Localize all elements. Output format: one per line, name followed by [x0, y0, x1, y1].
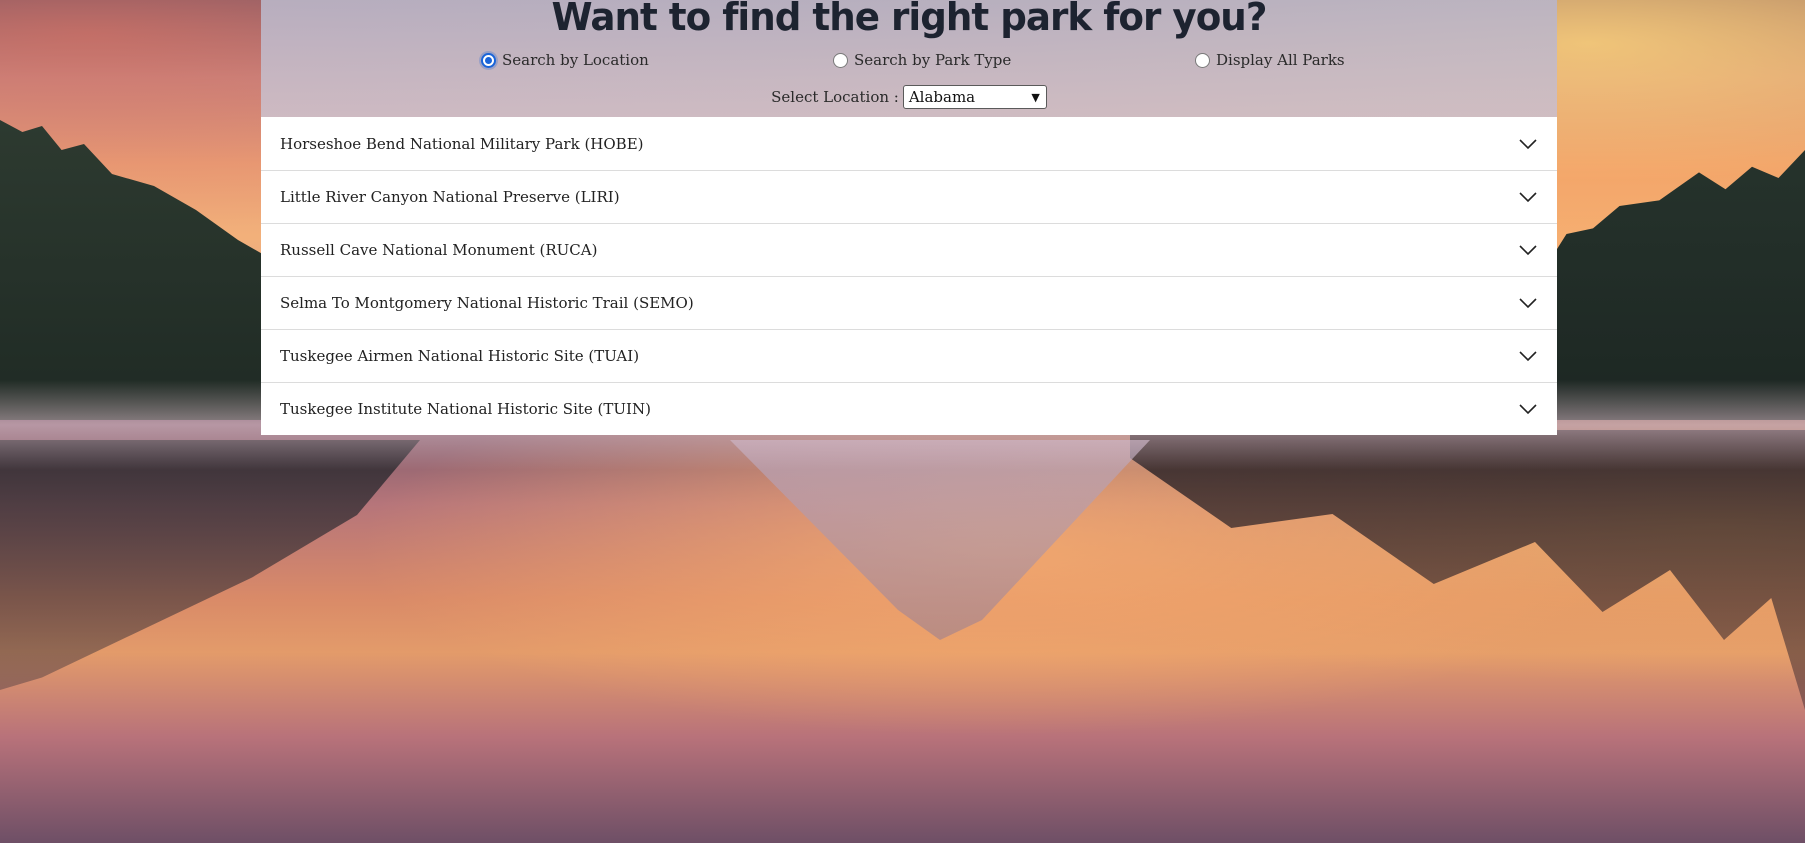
- radio-display-all-parks[interactable]: Display All Parks: [1195, 51, 1345, 69]
- park-accordion-item[interactable]: Tuskegee Institute National Historic Sit…: [261, 382, 1557, 435]
- park-name: Little River Canyon National Preserve (L…: [280, 188, 620, 206]
- location-select[interactable]: Alabama ▼: [902, 85, 1047, 109]
- search-header: Want to find the right park for you? Sea…: [261, 0, 1557, 117]
- park-accordion-item[interactable]: Tuskegee Airmen National Historic Site (…: [261, 329, 1557, 382]
- chevron-down-icon: [1519, 138, 1537, 149]
- park-finder-panel: Want to find the right park for you? Sea…: [261, 0, 1557, 435]
- park-name: Tuskegee Airmen National Historic Site (…: [280, 347, 640, 365]
- radio-label: Search by Location: [502, 51, 649, 69]
- chevron-down-icon: [1519, 245, 1537, 256]
- radio-search-by-park-type[interactable]: Search by Park Type: [833, 51, 1011, 69]
- chevron-down-icon: [1519, 404, 1537, 415]
- radio-label: Display All Parks: [1216, 51, 1345, 69]
- page-title: Want to find the right park for you?: [551, 0, 1268, 39]
- park-name: Russell Cave National Monument (RUCA): [280, 241, 598, 259]
- park-name: Horseshoe Bend National Military Park (H…: [280, 134, 644, 153]
- location-select-label: Select Location :: [771, 88, 899, 106]
- location-select-value: Alabama: [908, 88, 976, 106]
- park-accordion-item[interactable]: Russell Cave National Monument (RUCA): [261, 223, 1557, 276]
- radio-button-checked[interactable]: [481, 52, 496, 68]
- radio-search-by-location[interactable]: Search by Location: [481, 51, 649, 69]
- search-mode-group: Search by Location Search by Park Type D…: [261, 51, 1557, 73]
- park-name: Selma To Montgomery National Historic Tr…: [280, 294, 694, 312]
- park-name: Tuskegee Institute National Historic Sit…: [280, 400, 651, 418]
- location-filter: Select Location : Alabama ▼: [261, 85, 1557, 109]
- dropdown-arrow-icon: ▼: [1031, 90, 1040, 104]
- park-accordion-item[interactable]: Selma To Montgomery National Historic Tr…: [261, 276, 1557, 329]
- chevron-down-icon: [1519, 298, 1537, 309]
- radio-button[interactable]: [833, 52, 848, 68]
- park-accordion-item[interactable]: Horseshoe Bend National Military Park (H…: [261, 117, 1557, 170]
- chevron-down-icon: [1519, 192, 1537, 203]
- radio-label: Search by Park Type: [854, 51, 1012, 69]
- chevron-down-icon: [1519, 351, 1537, 362]
- park-accordion-item[interactable]: Little River Canyon National Preserve (L…: [261, 170, 1557, 223]
- radio-button[interactable]: [1195, 52, 1210, 68]
- park-list: Horseshoe Bend National Military Park (H…: [261, 117, 1557, 435]
